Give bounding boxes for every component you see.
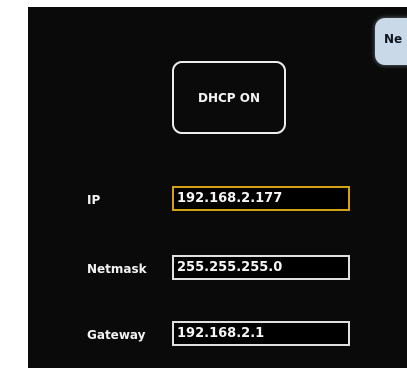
top-right-tab-label: Ne bbox=[384, 32, 403, 46]
device-screen: Ne DHCP ON IP 192.168.2.177 Netmask 255.… bbox=[28, 7, 407, 368]
netmask-input[interactable]: 255.255.255.0 bbox=[172, 255, 350, 280]
dhcp-button-label: DHCP ON bbox=[197, 90, 261, 105]
top-right-tab-button[interactable]: Ne bbox=[375, 18, 407, 65]
gateway-input[interactable]: 192.168.2.1 bbox=[172, 321, 350, 346]
netmask-label: Netmask bbox=[87, 262, 147, 276]
photo-frame: Ne DHCP ON IP 192.168.2.177 Netmask 255.… bbox=[0, 0, 407, 368]
gateway-label: Gateway bbox=[87, 328, 146, 342]
ip-input[interactable]: 192.168.2.177 bbox=[172, 186, 350, 211]
ip-label: IP bbox=[87, 193, 101, 207]
dhcp-toggle-button[interactable]: DHCP ON bbox=[172, 61, 286, 134]
